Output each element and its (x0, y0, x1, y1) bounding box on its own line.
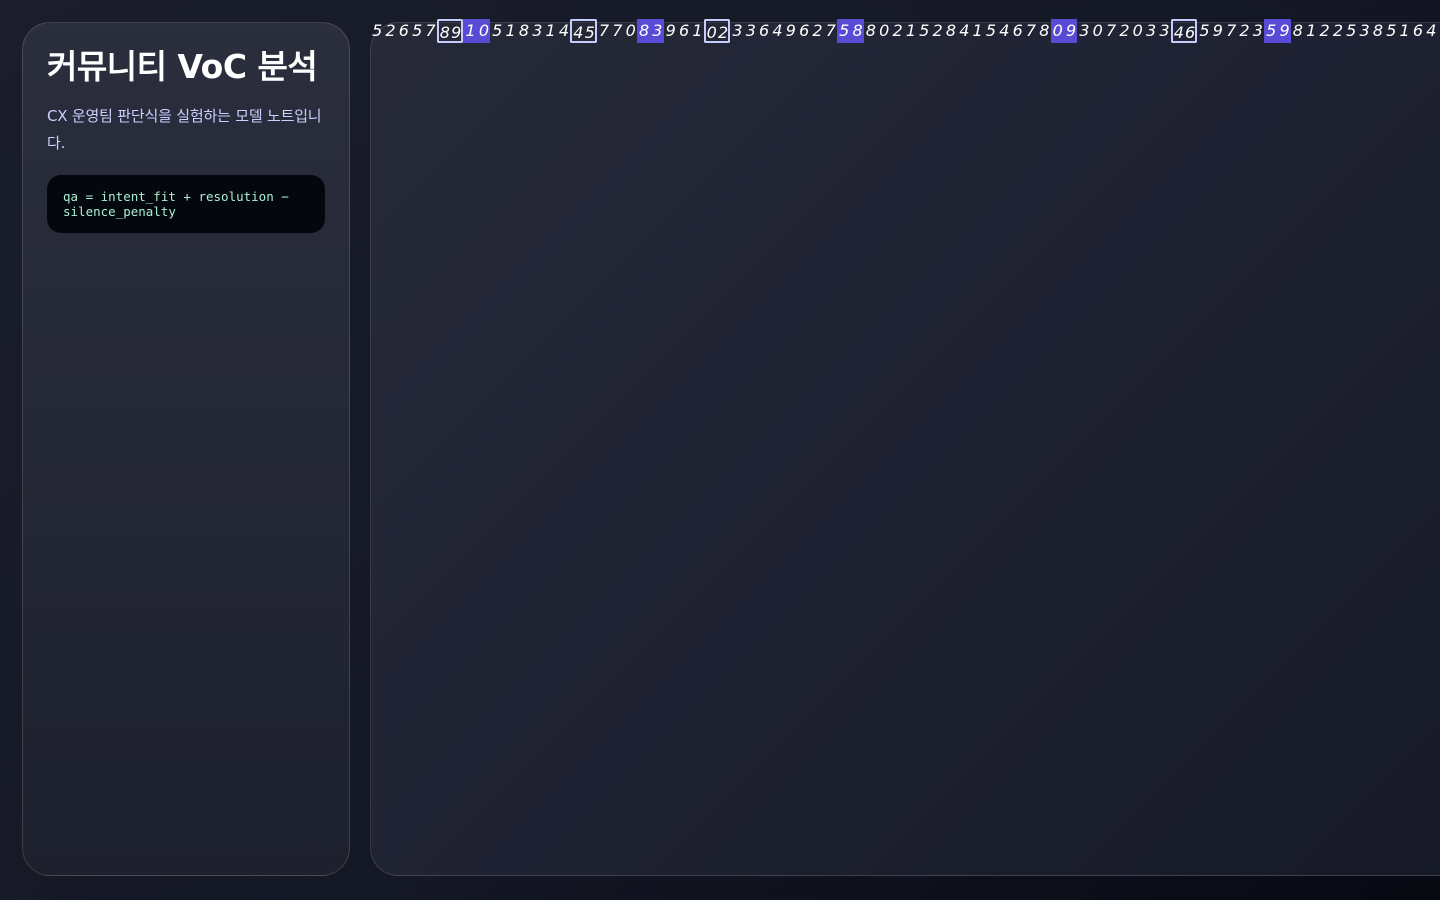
digit-cell: 1 (1399, 21, 1410, 40)
digit-cell: 0 (879, 21, 889, 40)
digit-cell: 3 (1159, 21, 1169, 40)
digit-cell: 1 (692, 21, 702, 40)
digit-cell: 4 (570, 19, 584, 43)
digit-cell: 6 (1412, 21, 1423, 40)
digit-cell: 0 (703, 19, 717, 43)
digit-cell: 8 (436, 19, 451, 43)
digit-cell: 1 (463, 19, 477, 43)
digit-cell: 0 (1050, 19, 1064, 43)
digit-cell: 7 (425, 21, 435, 40)
digit-cell: 1 (905, 21, 916, 40)
digit-cell: 7 (1105, 21, 1116, 40)
digit-cell: 9 (1277, 19, 1291, 43)
digit-cell: 2 (1319, 21, 1329, 40)
digit-cell: 8 (850, 19, 864, 43)
digit-cell: 2 (1239, 21, 1249, 40)
digit-cell: 5 (919, 21, 929, 40)
digit-cell: 7 (1025, 21, 1036, 40)
digit-cell: 4 (1426, 21, 1436, 40)
digit-cell: 9 (785, 21, 796, 40)
digit-cell: 3 (532, 21, 542, 40)
page-description: CX 운영팀 판단식을 실험하는 모델 노트입니다. (47, 107, 322, 152)
digit-cell: 7 (598, 21, 609, 40)
digit-cell: 5 (1346, 21, 1356, 40)
digit-cell: 2 (892, 21, 902, 40)
digit-cell: 5 (492, 21, 502, 40)
digit-cell: 3 (1359, 21, 1370, 40)
digit-cell: 3 (1146, 21, 1156, 40)
digit-cell: 5 (837, 19, 851, 43)
digit-cell: 5 (1264, 19, 1278, 43)
digit-cell: 1 (1306, 21, 1316, 40)
digit-cell: 7 (612, 21, 622, 40)
digit-cell: 6 (1012, 21, 1023, 40)
main-panel (370, 22, 1440, 876)
digit-cell: 7 (1226, 21, 1236, 40)
digit-cell: 9 (1063, 19, 1078, 43)
digit-cell: 5 (412, 21, 422, 40)
digit-strip: 5265789105183144577083961023364962758802… (370, 19, 1440, 45)
digit-cell: 1 (505, 21, 516, 40)
digit-cell: 6 (398, 21, 409, 40)
digit-cell: 6 (1183, 19, 1198, 43)
digit-cell: 8 (518, 21, 529, 40)
digit-cell: 7 (825, 21, 836, 40)
sidebar-panel: 커뮤니티 VoC 분석 CX 운영팀 판단식을 실험하는 모델 노트입니다. q… (22, 22, 350, 876)
digit-cell: 3 (1079, 21, 1089, 40)
digit-cell: 0 (1132, 21, 1143, 40)
digit-cell: 8 (1292, 21, 1303, 40)
digit-cell: 6 (759, 21, 769, 40)
digit-cell: 5 (583, 19, 597, 43)
digit-cell: 2 (812, 21, 822, 40)
digit-cell: 4 (999, 21, 1009, 40)
digit-cell: 4 (1170, 19, 1184, 43)
digit-cell: 2 (1119, 21, 1129, 40)
digit-cell: 6 (678, 21, 689, 40)
digit-cell: 0 (625, 21, 636, 40)
formula-code-block: qa = intent_fit + resolution − silence_p… (47, 175, 325, 233)
digit-cell: 0 (1092, 21, 1103, 40)
digit-cell: 0 (476, 19, 491, 43)
digit-cell: 4 (558, 21, 569, 40)
digit-cell: 8 (636, 19, 651, 43)
digit-cell: 8 (1372, 21, 1383, 40)
digit-cell: 3 (745, 21, 756, 40)
digit-cell: 5 (1199, 21, 1209, 40)
digit-cell: 8 (945, 21, 956, 40)
digit-cell: 5 (985, 21, 996, 40)
page-title: 커뮤니티 VoC 분석 (47, 47, 318, 86)
digit-cell: 1 (545, 21, 556, 40)
digit-cell: 8 (1039, 21, 1049, 40)
digit-cell: 2 (932, 21, 943, 40)
digit-cell: 9 (665, 21, 676, 40)
digit-cell: 2 (385, 21, 395, 40)
digit-cell: 2 (1332, 21, 1343, 40)
digit-cell: 9 (450, 19, 464, 43)
digit-cell: 1 (972, 21, 983, 40)
digit-cell: 6 (799, 21, 809, 40)
digit-cell: 2 (716, 19, 731, 43)
digit-cell: 8 (865, 21, 876, 40)
digit-cell: 4 (772, 21, 782, 40)
digit-cell: 5 (1386, 21, 1396, 40)
digit-cell: 4 (959, 21, 969, 40)
digit-cell: 5 (372, 21, 382, 40)
digit-cell: 3 (1252, 21, 1263, 40)
digit-cell: 9 (1212, 21, 1223, 40)
digit-cell: 3 (732, 21, 742, 40)
digit-cell: 3 (650, 19, 664, 43)
